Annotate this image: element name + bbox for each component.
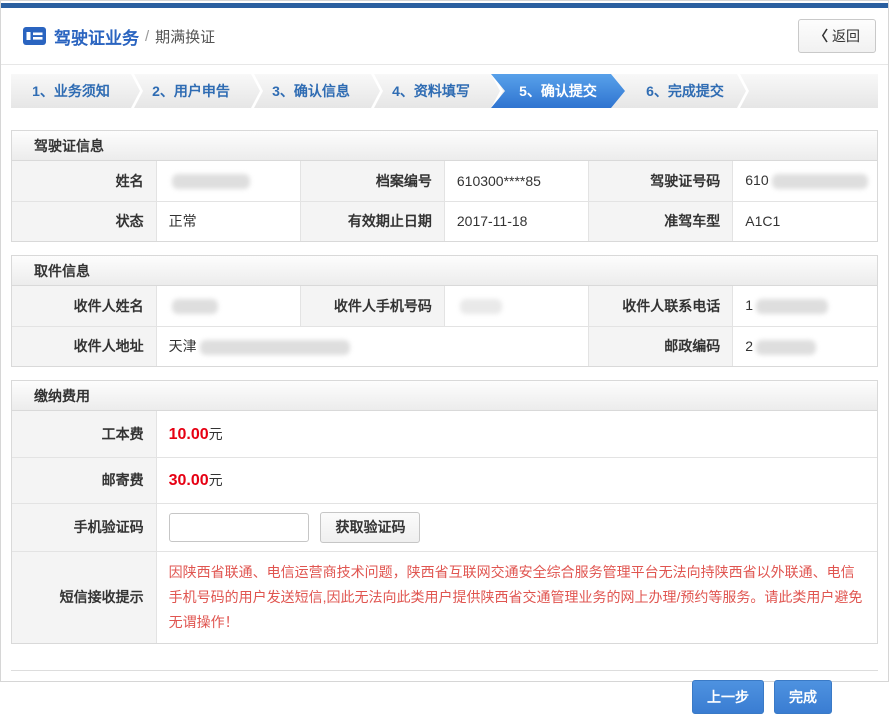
sms-code-cell: 获取验证码 bbox=[156, 503, 877, 551]
step-1-business-notice: 1、业务须知 bbox=[11, 74, 131, 108]
postal-code-label: 邮政编码 bbox=[589, 326, 733, 366]
recipient-mobile-value bbox=[444, 286, 588, 326]
back-button[interactable]: 〈返回 bbox=[798, 19, 876, 53]
expiry-date-value: 2017-11-18 bbox=[444, 201, 588, 241]
redacted-value bbox=[172, 299, 218, 314]
page-title: 驾驶证业务 bbox=[54, 24, 139, 49]
payment-title: 缴纳费用 bbox=[12, 381, 877, 411]
table-row: 姓名 档案编号 610300****85 驾驶证号码 610 bbox=[12, 161, 877, 201]
recipient-name-label: 收件人姓名 bbox=[12, 286, 156, 326]
sms-code-label: 手机验证码 bbox=[12, 503, 156, 551]
vehicle-class-label: 准驾车型 bbox=[589, 201, 733, 241]
redacted-value bbox=[460, 299, 502, 314]
production-fee-amount: 10.00 bbox=[169, 426, 209, 443]
file-number-value: 610300****85 bbox=[444, 161, 588, 201]
license-info-table: 姓名 档案编号 610300****85 驾驶证号码 610 状态 正常 有效期… bbox=[12, 161, 877, 241]
redacted-value bbox=[756, 340, 816, 355]
sms-notice-text: 因陕西省联通、电信运营商技术问题，陕西省互联网交通安全综合服务管理平台无法向持陕… bbox=[169, 560, 863, 635]
table-row: 邮寄费 30.00元 bbox=[12, 457, 877, 503]
recipient-phone-label: 收件人联系电话 bbox=[589, 286, 733, 326]
sms-notice-label: 短信接收提示 bbox=[12, 551, 156, 643]
recipient-address-label: 收件人地址 bbox=[12, 326, 156, 366]
production-fee-value: 10.00元 bbox=[156, 411, 877, 457]
vehicle-class-value: A1C1 bbox=[733, 201, 877, 241]
redacted-value bbox=[200, 340, 350, 355]
postage-fee-value: 30.00元 bbox=[156, 457, 877, 503]
license-info-panel: 驾驶证信息 姓名 档案编号 610300****85 驾驶证号码 610 状态 … bbox=[11, 130, 878, 242]
breadcrumb-separator: / bbox=[145, 28, 149, 45]
production-fee-unit: 元 bbox=[209, 426, 223, 442]
step-4-fill-material: 4、资料填写 bbox=[371, 74, 491, 108]
payment-table: 工本费 10.00元 邮寄费 30.00元 手机验证码 获取验证码 短信接收提示… bbox=[12, 411, 877, 643]
name-label: 姓名 bbox=[12, 161, 156, 201]
pickup-info-title: 取件信息 bbox=[12, 256, 877, 286]
get-sms-code-button[interactable]: 获取验证码 bbox=[320, 512, 420, 543]
page-header: 驾驶证业务 / 期满换证 〈返回 bbox=[1, 8, 888, 65]
license-info-title: 驾驶证信息 bbox=[12, 131, 877, 161]
previous-step-button[interactable]: 上一步 bbox=[692, 680, 764, 714]
sms-code-input[interactable] bbox=[169, 513, 309, 542]
recipient-phone-value: 1 bbox=[733, 286, 877, 326]
recipient-address-value: 天津 bbox=[156, 326, 588, 366]
postal-code-value: 2 bbox=[733, 326, 877, 366]
license-number-value: 610 bbox=[733, 161, 877, 201]
redacted-value bbox=[172, 174, 250, 189]
step-6-finish-submit: 6、完成提交 bbox=[625, 74, 745, 108]
recipient-mobile-label: 收件人手机号码 bbox=[300, 286, 444, 326]
license-number-label: 驾驶证号码 bbox=[589, 161, 733, 201]
step-3-confirm-info: 3、确认信息 bbox=[251, 74, 371, 108]
license-card-icon bbox=[23, 27, 46, 45]
footer-actions: 上一步 完成 bbox=[1, 671, 888, 714]
pickup-info-panel: 取件信息 收件人姓名 收件人手机号码 收件人联系电话 1 收件人地址 天津 邮政… bbox=[11, 255, 878, 367]
step-progress-bar: 1、业务须知 2、用户申告 3、确认信息 4、资料填写 5、确认提交 6、完成提… bbox=[11, 74, 878, 108]
expiry-date-label: 有效期止日期 bbox=[300, 201, 444, 241]
pickup-info-table: 收件人姓名 收件人手机号码 收件人联系电话 1 收件人地址 天津 邮政编码 2 bbox=[12, 286, 877, 366]
status-label: 状态 bbox=[12, 201, 156, 241]
finish-button[interactable]: 完成 bbox=[774, 680, 832, 714]
table-row: 收件人地址 天津 邮政编码 2 bbox=[12, 326, 877, 366]
postage-fee-amount: 30.00 bbox=[169, 472, 209, 489]
back-chevron-icon: 〈 bbox=[814, 28, 828, 44]
payment-panel: 缴纳费用 工本费 10.00元 邮寄费 30.00元 手机验证码 获取验证码 短… bbox=[11, 380, 878, 644]
table-row: 工本费 10.00元 bbox=[12, 411, 877, 457]
redacted-value bbox=[756, 299, 828, 314]
step-5-confirm-submit-active: 5、确认提交 bbox=[491, 74, 625, 108]
table-row: 状态 正常 有效期止日期 2017-11-18 准驾车型 A1C1 bbox=[12, 201, 877, 241]
page: 驾驶证业务 / 期满换证 〈返回 1、业务须知 2、用户申告 3、确认信息 4、… bbox=[0, 0, 889, 682]
table-row: 收件人姓名 收件人手机号码 收件人联系电话 1 bbox=[12, 286, 877, 326]
file-number-label: 档案编号 bbox=[300, 161, 444, 201]
status-value: 正常 bbox=[156, 201, 300, 241]
postage-fee-label: 邮寄费 bbox=[12, 457, 156, 503]
table-row: 手机验证码 获取验证码 bbox=[12, 503, 877, 551]
recipient-name-value bbox=[156, 286, 300, 326]
step-2-user-declaration: 2、用户申告 bbox=[131, 74, 251, 108]
production-fee-label: 工本费 bbox=[12, 411, 156, 457]
name-value bbox=[156, 161, 300, 201]
postage-fee-unit: 元 bbox=[209, 472, 223, 488]
sms-notice-cell: 因陕西省联通、电信运营商技术问题，陕西省互联网交通安全综合服务管理平台无法向持陕… bbox=[156, 551, 877, 643]
redacted-value bbox=[772, 174, 868, 189]
table-row: 短信接收提示 因陕西省联通、电信运营商技术问题，陕西省互联网交通安全综合服务管理… bbox=[12, 551, 877, 643]
back-button-label: 返回 bbox=[832, 28, 860, 44]
breadcrumb-current: 期满换证 bbox=[155, 26, 215, 47]
